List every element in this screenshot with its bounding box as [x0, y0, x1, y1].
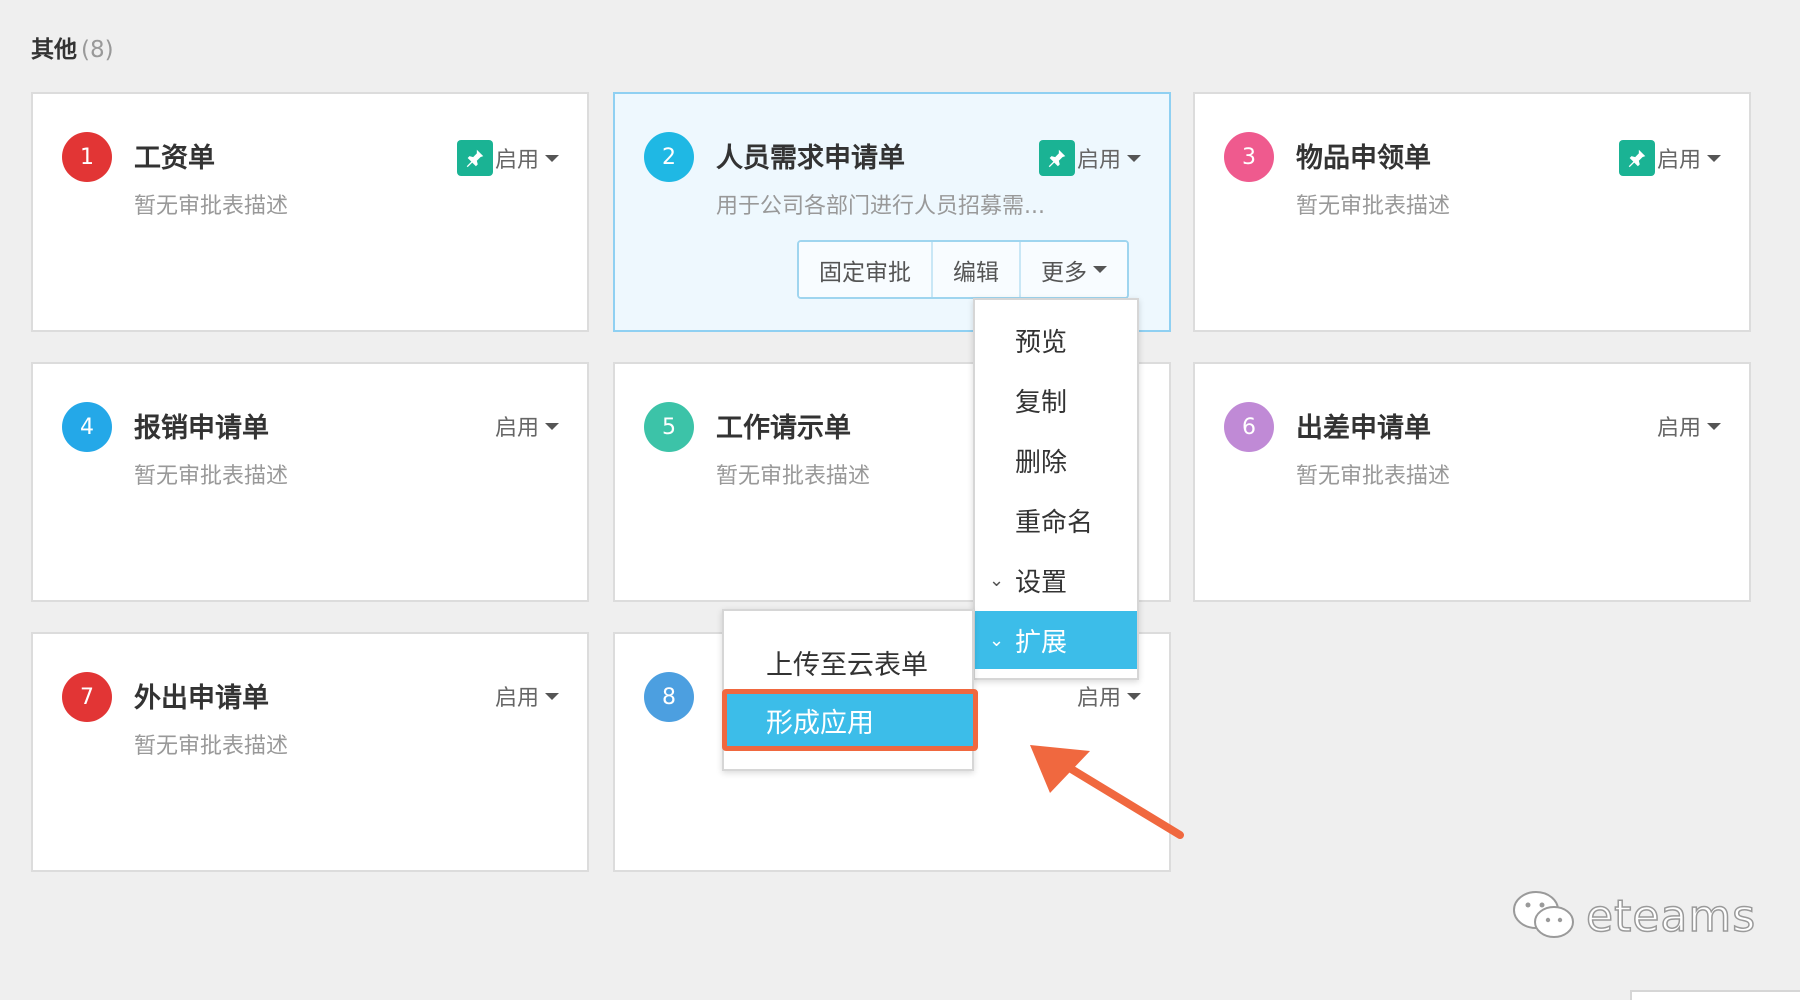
status-label: 启用	[494, 148, 539, 173]
caret-down-icon	[1127, 692, 1141, 700]
caret-down-icon	[1093, 266, 1107, 273]
chevron-down-icon: ⌄	[989, 629, 1005, 651]
card-title: 人员需求申请单	[716, 143, 905, 174]
fixed-approval-button[interactable]: 固定审批	[799, 242, 931, 297]
chevron-down-icon: ⌄	[989, 569, 1005, 591]
card-number-badge: 2	[644, 132, 694, 182]
caret-down-icon	[545, 154, 559, 162]
extend-submenu: 上传至云表单 形成应用	[722, 609, 978, 771]
card-description: 暂无审批表描述	[134, 464, 289, 489]
card-title: 工作请示单	[716, 413, 851, 444]
status-dropdown[interactable]: 启用	[1038, 140, 1141, 176]
section-title: 其他 (8)	[31, 30, 114, 64]
caret-down-icon	[545, 422, 559, 430]
card-number-badge: 3	[1224, 132, 1274, 182]
pin-icon[interactable]	[456, 140, 493, 176]
edit-button[interactable]: 编辑	[931, 242, 1019, 297]
status-dropdown[interactable]: 启用	[1618, 140, 1721, 176]
more-dropdown-menu: 预览 复制 删除 重命名 ⌄ 设置 ⌄ 扩展	[973, 298, 1139, 680]
approval-card-3[interactable]: 3 物品申领单 暂无审批表描述 启用	[1193, 92, 1751, 332]
status-label: 启用	[494, 416, 539, 441]
more-button-label: 更多	[1041, 259, 1087, 286]
callout-arrow-icon	[1030, 745, 1184, 839]
menu-item-settings[interactable]: ⌄ 设置	[975, 551, 1137, 609]
card-number-badge: 1	[62, 132, 112, 182]
card-title: 工资单	[134, 143, 215, 174]
section-count: (8)	[81, 37, 114, 63]
status-label: 启用	[494, 686, 539, 711]
status-dropdown[interactable]: 启用	[1077, 680, 1141, 712]
menu-item-create-app[interactable]: 形成应用	[722, 689, 978, 751]
status-label: 启用	[1076, 148, 1121, 173]
approval-card-4[interactable]: 4 报销申请单 暂无审批表描述 启用	[31, 362, 589, 602]
status-dropdown[interactable]: 启用	[495, 680, 559, 712]
caret-down-icon	[1707, 154, 1721, 162]
wechat-icon	[1513, 891, 1574, 938]
card-number-badge: 8	[644, 672, 694, 722]
corner-panel-edge	[1630, 990, 1800, 1000]
status-dropdown[interactable]: 启用	[456, 140, 559, 176]
status-label: 启用	[1076, 686, 1121, 711]
card-description: 暂无审批表描述	[716, 464, 871, 489]
pin-icon[interactable]	[1038, 140, 1075, 176]
status-label: 启用	[1656, 148, 1701, 173]
card-number-badge: 4	[62, 402, 112, 452]
card-action-group: 固定审批 编辑 更多	[797, 240, 1129, 299]
card-title: 物品申领单	[1296, 143, 1431, 174]
section-title-text: 其他	[31, 37, 77, 63]
status-label: 启用	[1656, 416, 1701, 441]
card-number-badge: 7	[62, 672, 112, 722]
watermark-text: eteams	[1585, 890, 1757, 943]
menu-item-extend[interactable]: ⌄ 扩展	[975, 611, 1137, 669]
caret-down-icon	[545, 692, 559, 700]
card-title: 报销申请单	[134, 413, 269, 444]
status-dropdown[interactable]: 启用	[495, 410, 559, 442]
menu-item-extend-label: 扩展	[1015, 627, 1068, 658]
status-dropdown[interactable]: 启用	[1657, 410, 1721, 442]
card-title: 外出申请单	[134, 683, 269, 714]
card-number-badge: 6	[1224, 402, 1274, 452]
card-description: 暂无审批表描述	[1296, 464, 1451, 489]
menu-item-settings-label: 设置	[1015, 567, 1068, 598]
card-description: 暂无审批表描述	[134, 734, 289, 759]
menu-item-preview[interactable]: 预览	[975, 311, 1137, 369]
menu-item-rename[interactable]: 重命名	[975, 491, 1137, 549]
caret-down-icon	[1707, 422, 1721, 430]
menu-item-copy[interactable]: 复制	[975, 371, 1137, 429]
approval-card-6[interactable]: 6 出差申请单 暂无审批表描述 启用	[1193, 362, 1751, 602]
card-title: 出差申请单	[1296, 413, 1431, 444]
menu-item-delete[interactable]: 删除	[975, 431, 1137, 489]
caret-down-icon	[1127, 154, 1141, 162]
menu-item-upload-cloud-form[interactable]: 上传至云表单	[724, 631, 972, 693]
card-description: 用于公司各部门进行人员招募需...	[716, 194, 1045, 219]
approval-card-7[interactable]: 7 外出申请单 暂无审批表描述 启用	[31, 632, 589, 872]
card-description: 暂无审批表描述	[1296, 194, 1451, 219]
pin-icon[interactable]	[1618, 140, 1655, 176]
card-description: 暂无审批表描述	[134, 194, 289, 219]
approval-card-1[interactable]: 1 工资单 暂无审批表描述 启用	[31, 92, 589, 332]
more-button[interactable]: 更多	[1019, 242, 1127, 297]
eteams-watermark: eteams	[1510, 888, 1756, 944]
card-number-badge: 5	[644, 402, 694, 452]
